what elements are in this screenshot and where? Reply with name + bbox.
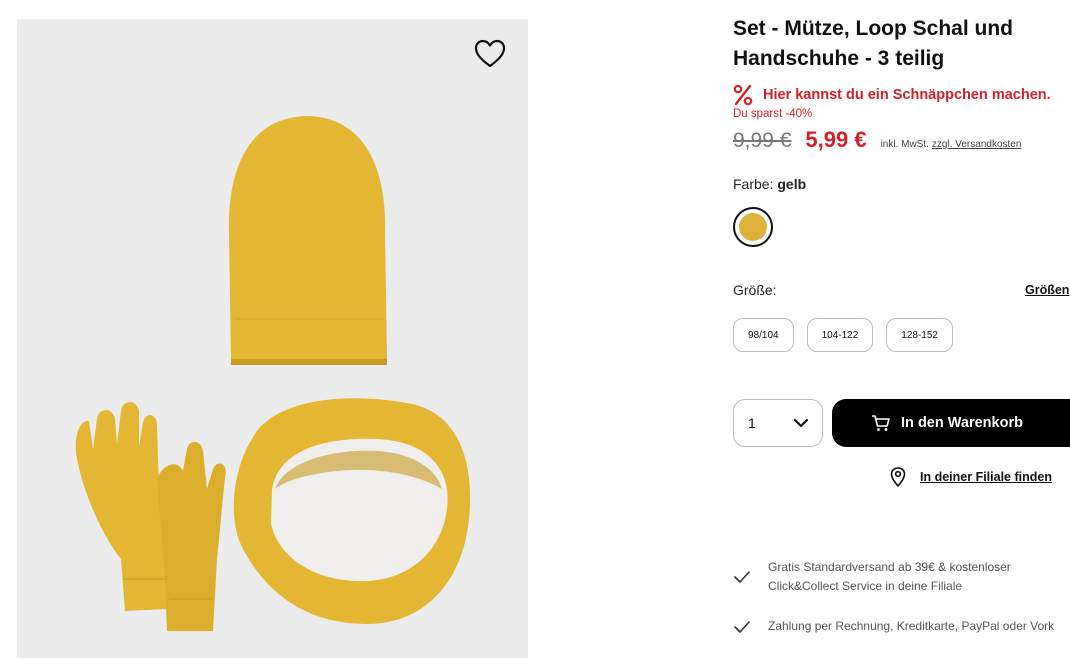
gloves-image: [75, 402, 226, 631]
payment-info-text: Zahlung per Rechnung, Kreditkarte, PayPa…: [768, 619, 1055, 633]
check-icon: [734, 571, 750, 583]
location-pin-icon: [890, 467, 906, 487]
sale-price: 5,99 €: [805, 127, 867, 152]
color-swatch-fill: [739, 213, 767, 241]
promo-banner: Hier kannst du ein Schnäppchen machen.: [733, 84, 1051, 106]
price-row: 9,99 € 5,99 € inkl. MwSt. zzgl. Versandk…: [733, 127, 1021, 153]
add-to-cart-label: In den Warenkorb: [901, 415, 1023, 431]
shipping-info: Gratis Standardversand ab 39€ & kostenlo…: [733, 558, 1011, 596]
quantity-value: 1: [748, 415, 756, 431]
heart-icon[interactable]: [474, 39, 506, 69]
color-label-text: Farbe:: [733, 176, 774, 192]
payment-info: Zahlung per Rechnung, Kreditkarte, PayPa…: [733, 617, 1054, 636]
size-options: 98/104 104-122 128-152: [733, 318, 953, 352]
size-option-128-152[interactable]: 128-152: [886, 318, 953, 352]
size-option-98-104[interactable]: 98/104: [733, 318, 794, 352]
color-swatch-yellow[interactable]: [733, 207, 773, 247]
find-in-store-link[interactable]: In deiner Filiale finden: [890, 467, 1052, 487]
shipping-costs-link[interactable]: zzgl. Versandkosten: [932, 139, 1022, 150]
size-option-104-122[interactable]: 104-122: [806, 318, 874, 352]
add-to-cart-button[interactable]: In den Warenkorb: [832, 399, 1070, 447]
percent-icon: [733, 84, 753, 106]
find-in-store-label: In deiner Filiale finden: [920, 470, 1052, 484]
product-image-gallery[interactable]: [17, 19, 528, 658]
hat-image: [228, 116, 387, 359]
cart-icon: [872, 415, 890, 431]
promo-text: Hier kannst du ein Schnäppchen machen.: [763, 87, 1051, 103]
check-icon: [734, 621, 750, 633]
product-title: Set - Mütze, Loop Schal und Handschuhe -…: [733, 17, 1013, 70]
old-price: 9,99 €: [733, 129, 792, 152]
size-label: Größe:: [733, 282, 777, 298]
product-image: [75, 116, 471, 631]
color-label: Farbe: gelb: [733, 176, 806, 192]
shipping-info-line1: Gratis Standardversand ab 39€ & kostenlo…: [768, 560, 1011, 574]
quantity-select[interactable]: 1: [733, 399, 823, 447]
savings-text: Du sparst -40%: [733, 108, 813, 120]
shipping-info-text: Gratis Standardversand ab 39€ & kostenlo…: [768, 558, 1011, 596]
size-guide-link[interactable]: Größen: [1025, 283, 1069, 297]
loop-scarf-image: [233, 398, 471, 624]
chevron-down-icon: [793, 418, 809, 428]
shipping-info-line2: Click&Collect Service in deine Filiale: [768, 579, 963, 593]
tax-note: inkl. MwSt.: [880, 139, 929, 150]
color-value: gelb: [777, 176, 807, 192]
